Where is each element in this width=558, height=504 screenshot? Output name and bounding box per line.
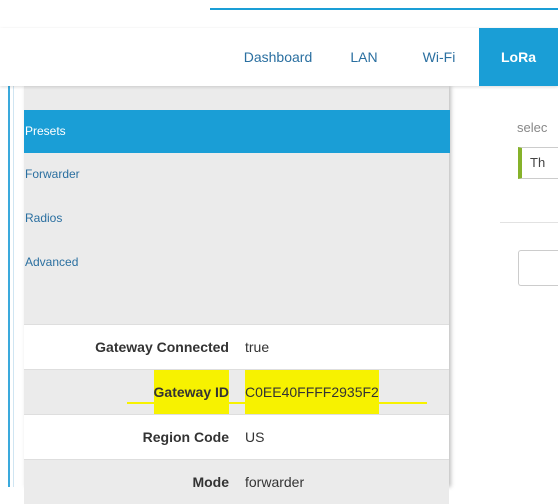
status-row-region-code: Region Code US xyxy=(24,414,449,459)
status-value: true xyxy=(245,339,270,355)
status-key: Mode xyxy=(192,474,229,490)
status-value: US xyxy=(245,429,265,445)
status-key: Gateway Connected xyxy=(95,339,229,355)
status-table: Gateway Connected true Gateway ID C0EE40… xyxy=(24,324,449,504)
status-key: Gateway ID xyxy=(153,370,229,414)
frame-border xyxy=(8,86,10,487)
preset-select-label: selec xyxy=(517,120,548,135)
status-row-mode: Mode forwarder xyxy=(24,459,449,504)
nav-tab-lora[interactable]: LoRa xyxy=(479,28,558,86)
preset-select-value: Th xyxy=(530,155,546,170)
sidebar: Presets Forwarder Radios Advanced Gatewa… xyxy=(24,86,450,504)
status-row-gateway-id: Gateway ID C0EE40FFFF2935F2 xyxy=(24,369,449,414)
nav-tab-dashboard[interactable]: Dashboard xyxy=(226,28,330,86)
status-key: Region Code xyxy=(142,429,229,445)
highlight-underline xyxy=(127,402,427,404)
content-divider xyxy=(500,222,558,223)
status-value: forwarder xyxy=(245,474,305,490)
top-nav: Dashboard LAN Wi-Fi LoRa xyxy=(0,28,558,86)
status-value: C0EE40FFFF2935F2 xyxy=(245,370,379,414)
status-row-gateway-connected: Gateway Connected true xyxy=(24,324,449,369)
sidebar-item-forwarder[interactable]: Forwarder xyxy=(24,153,450,196)
frame-border-inner xyxy=(13,86,14,487)
nav-tab-lan[interactable]: LAN xyxy=(342,28,386,86)
content-input[interactable] xyxy=(518,250,558,286)
sidebar-item-presets[interactable]: Presets xyxy=(24,110,450,153)
top-accent-bar xyxy=(210,8,558,10)
sidebar-item-radios[interactable]: Radios xyxy=(24,197,450,240)
preset-select[interactable]: Th xyxy=(518,147,558,179)
sidebar-item-advanced[interactable]: Advanced xyxy=(24,241,450,284)
nav-tab-wifi[interactable]: Wi-Fi xyxy=(412,28,466,86)
